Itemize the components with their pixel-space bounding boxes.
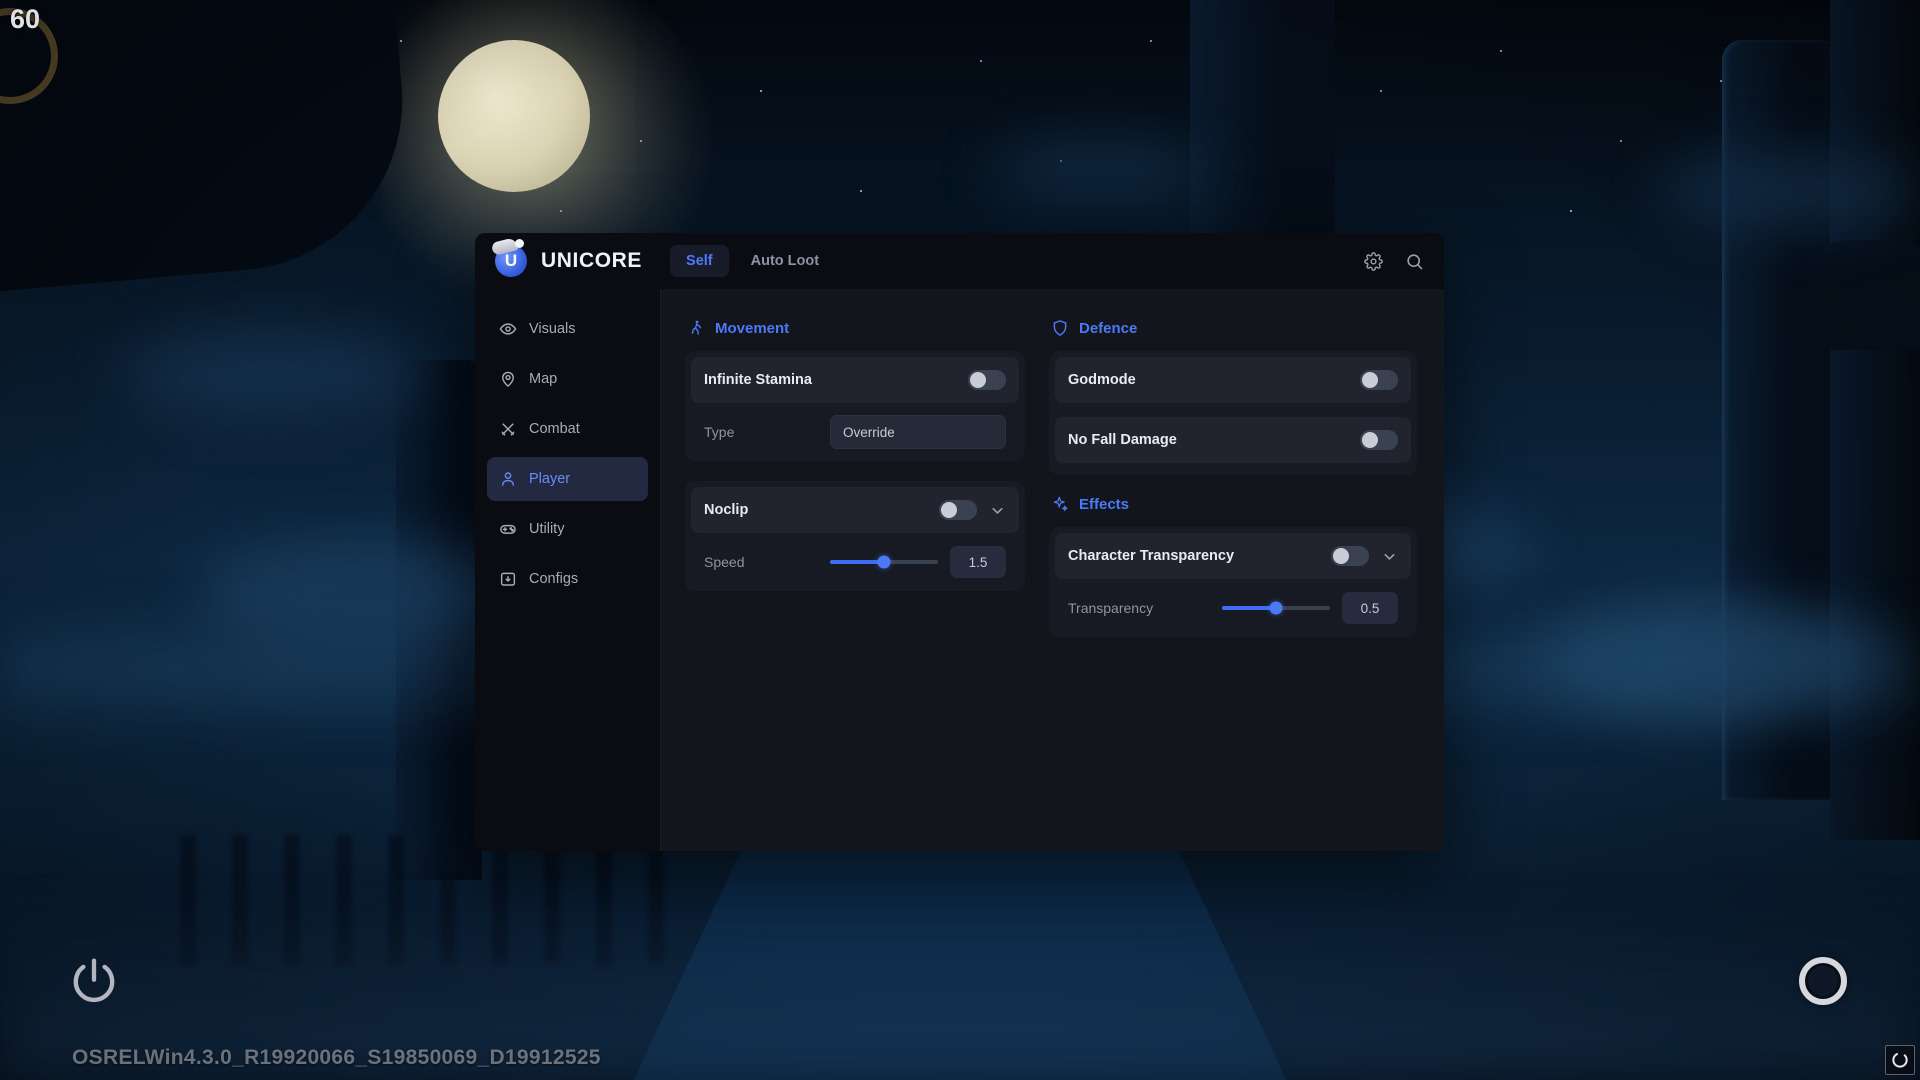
section-label: Defence xyxy=(1079,320,1137,337)
chevron-down-icon[interactable] xyxy=(989,502,1006,519)
sidebar-item-player[interactable]: Player xyxy=(487,457,648,501)
sidebar-label: Map xyxy=(529,371,557,387)
header-icons xyxy=(1364,252,1424,271)
search-icon[interactable] xyxy=(1405,252,1424,271)
eye-icon xyxy=(499,320,517,338)
row-label: Speed xyxy=(704,554,744,570)
speed-value: 1.5 xyxy=(950,546,1006,578)
app-title: UNICORE xyxy=(541,249,642,273)
fps-counter: 60 xyxy=(10,4,40,35)
sparkles-icon xyxy=(1051,495,1069,513)
defence-panel: Godmode No Fall Damage xyxy=(1049,351,1417,475)
effects-section-title: Effects xyxy=(1051,495,1417,513)
sidebar-label: Utility xyxy=(529,521,564,537)
sidebar-item-configs[interactable]: Configs xyxy=(487,557,648,601)
map-pin-icon xyxy=(499,370,517,388)
row-label: Type xyxy=(704,424,734,440)
infinite-stamina-panel: Infinite Stamina Type Override xyxy=(685,351,1025,461)
godmode-toggle[interactable] xyxy=(1360,370,1398,390)
speed-row: Speed 1.5 xyxy=(691,539,1019,585)
build-version: OSRELWin4.3.0_R19920066_S19850069_D19912… xyxy=(72,1046,601,1070)
window-header: U UNICORE Self Auto Loot xyxy=(475,233,1444,289)
section-label: Effects xyxy=(1079,496,1129,513)
infinite-stamina-toggle[interactable] xyxy=(968,370,1006,390)
sidebar-label: Configs xyxy=(529,571,578,587)
type-row: Type Override xyxy=(691,409,1019,455)
sidebar-label: Combat xyxy=(529,421,580,437)
row-label: No Fall Damage xyxy=(1068,432,1177,448)
infinite-stamina-row[interactable]: Infinite Stamina xyxy=(691,357,1019,403)
speed-slider[interactable] xyxy=(830,560,938,564)
content-area: Movement Infinite Stamina Type Override xyxy=(661,289,1444,851)
sidebar-item-combat[interactable]: Combat xyxy=(487,407,648,451)
sidebar-label: Player xyxy=(529,471,570,487)
godmode-row[interactable]: Godmode xyxy=(1055,357,1411,403)
slider-thumb[interactable] xyxy=(1270,602,1283,615)
person-icon xyxy=(499,470,517,488)
noclip-panel: Noclip Speed 1.5 xyxy=(685,481,1025,591)
tab-self[interactable]: Self xyxy=(670,245,729,277)
tab-auto-loot[interactable]: Auto Loot xyxy=(735,245,835,277)
sidebar-item-map[interactable]: Map xyxy=(487,357,648,401)
transparency-row: Transparency 0.5 xyxy=(1055,585,1411,631)
gear-icon[interactable] xyxy=(1364,252,1383,271)
sidebar-label: Visuals xyxy=(529,321,575,337)
slider-thumb[interactable] xyxy=(878,556,891,569)
select-value: Override xyxy=(843,425,895,440)
sidebar-item-utility[interactable]: Utility xyxy=(487,507,648,551)
character-transparency-row[interactable]: Character Transparency xyxy=(1055,533,1411,579)
no-fall-damage-row[interactable]: No Fall Damage xyxy=(1055,417,1411,463)
noclip-toggle[interactable] xyxy=(939,500,977,520)
row-label: Character Transparency xyxy=(1068,548,1234,564)
unicore-window: U UNICORE Self Auto Loot Visuals Map xyxy=(475,233,1444,851)
logo-letter: U xyxy=(505,251,517,271)
row-label: Noclip xyxy=(704,502,748,518)
sidebar-item-visuals[interactable]: Visuals xyxy=(487,307,648,351)
sidebar: Visuals Map Combat Player Utility Config… xyxy=(475,289,661,851)
box-arrow-icon xyxy=(499,570,517,588)
spinner-icon xyxy=(1885,1045,1915,1075)
section-label: Movement xyxy=(715,320,789,337)
character-transparency-toggle[interactable] xyxy=(1331,546,1369,566)
gamepad-icon xyxy=(499,520,517,538)
unicore-logo: U xyxy=(495,245,527,277)
no-fall-damage-toggle[interactable] xyxy=(1360,430,1398,450)
record-ring-button[interactable] xyxy=(1799,957,1847,1005)
row-label: Infinite Stamina xyxy=(704,372,812,388)
tab-bar: Self Auto Loot xyxy=(670,245,835,277)
transparency-value: 0.5 xyxy=(1342,592,1398,624)
swords-icon xyxy=(499,420,517,438)
defence-section-title: Defence xyxy=(1051,319,1417,337)
row-label: Transparency xyxy=(1068,600,1153,616)
power-button[interactable] xyxy=(68,955,120,1007)
effects-panel: Character Transparency Transparency 0.5 xyxy=(1049,527,1417,637)
chevron-down-icon[interactable] xyxy=(1381,548,1398,565)
shield-icon xyxy=(1051,319,1069,337)
movement-section-title: Movement xyxy=(687,319,1025,337)
noclip-row[interactable]: Noclip xyxy=(691,487,1019,533)
type-select[interactable]: Override xyxy=(830,415,1006,449)
row-label: Godmode xyxy=(1068,372,1136,388)
walking-icon xyxy=(687,319,705,337)
transparency-slider[interactable] xyxy=(1222,606,1330,610)
